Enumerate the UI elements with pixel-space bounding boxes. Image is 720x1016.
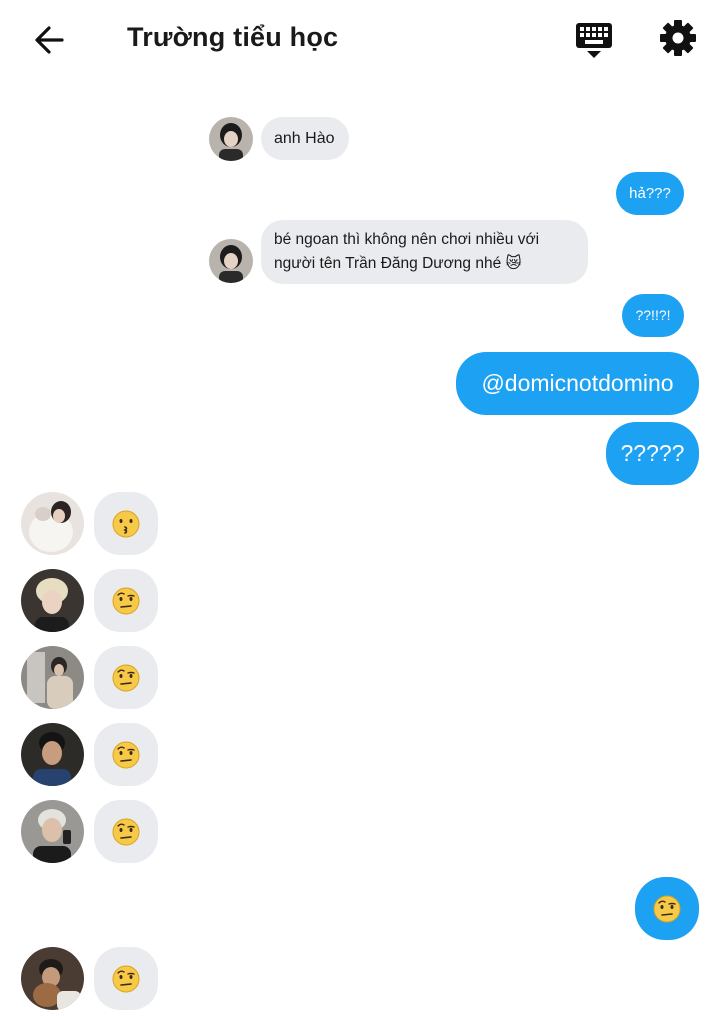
raised-eyebrow-face-icon [112,587,140,615]
message-bubble-outgoing[interactable] [635,877,699,940]
message-text: bé ngoan thì không nên chơi nhiều với ng… [274,231,540,272]
kissing-face-icon [112,510,140,538]
arrow-left-icon [35,26,64,54]
avatar[interactable] [209,239,253,283]
raised-eyebrow-face-icon [112,965,140,993]
message-bubble-outgoing[interactable]: ????? [606,422,699,485]
message-bubble-outgoing[interactable]: hả??? [616,172,684,215]
message-text: anh Hào [274,130,335,147]
message-text: ??!!?! [635,307,671,323]
message-bubble-incoming[interactable] [94,723,158,786]
message-bubble-incoming[interactable] [94,646,158,709]
message-bubble-outgoing[interactable]: @domicnotdomino [456,352,699,415]
raised-eyebrow-face-icon [653,895,681,923]
avatar[interactable] [209,117,253,161]
message-text: @domicnotdomino [481,370,674,396]
raised-eyebrow-face-icon [112,818,140,846]
message-bubble-incoming[interactable] [94,947,158,1010]
page-title: Trường tiểu học [127,22,339,52]
message-text: ????? [620,440,685,466]
message-text: hả??? [629,185,671,202]
keyboard-hide-button[interactable] [574,20,614,60]
message-bubble-incoming[interactable]: anh Hào [261,117,349,160]
avatar[interactable] [21,723,84,786]
message-bubble-incoming[interactable] [94,569,158,632]
gear-icon [660,20,696,56]
avatar[interactable] [21,569,84,632]
back-button[interactable] [30,22,70,58]
message-bubble-incoming[interactable]: bé ngoan thì không nên chơi nhiều với ng… [261,220,588,284]
message-bubble-outgoing[interactable]: ??!!?! [622,294,684,337]
message-bubble-incoming[interactable] [94,492,158,555]
avatar[interactable] [21,492,84,555]
avatar[interactable] [21,646,84,709]
keyboard-hide-icon [576,23,612,58]
message-bubble-incoming[interactable] [94,800,158,863]
avatar[interactable] [21,947,84,1010]
settings-button[interactable] [658,18,698,58]
raised-eyebrow-face-icon [112,664,140,692]
chat-header: Trường tiểu học [0,0,720,80]
avatar[interactable] [21,800,84,863]
raised-eyebrow-face-icon [112,741,140,769]
